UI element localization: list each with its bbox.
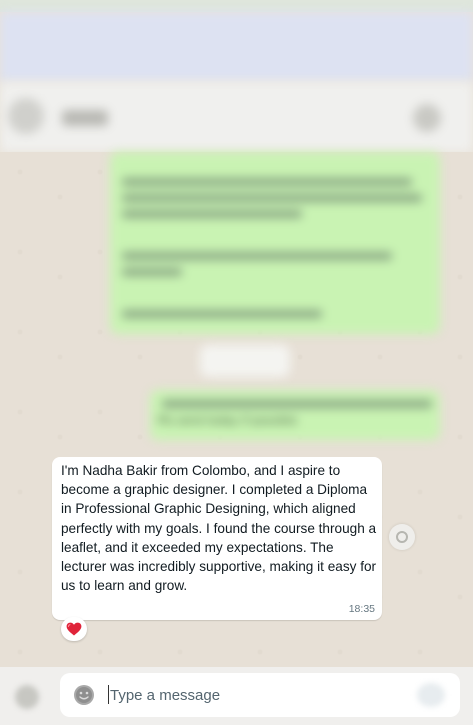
window-top-strip bbox=[0, 0, 473, 12]
message-input[interactable] bbox=[110, 683, 410, 707]
outgoing-message[interactable]: Pls send today if possible bbox=[150, 390, 440, 440]
composer-bar bbox=[0, 667, 473, 725]
forward-icon-glyph bbox=[396, 531, 408, 543]
outgoing-message-text: Pls send today if possible bbox=[158, 414, 298, 427]
contact-name[interactable] bbox=[62, 110, 108, 126]
blurred-text-line bbox=[122, 310, 322, 318]
mic-icon[interactable] bbox=[417, 683, 445, 707]
contact-avatar[interactable] bbox=[8, 98, 44, 134]
incoming-message[interactable]: I'm Nadha Bakir from Colombo, and I aspi… bbox=[52, 457, 382, 620]
blurred-text-line bbox=[162, 400, 432, 408]
menu-icon[interactable] bbox=[413, 104, 441, 132]
message-text: I'm Nadha Bakir from Colombo, and I aspi… bbox=[61, 463, 377, 594]
message-reaction[interactable] bbox=[61, 617, 87, 641]
blurred-text-line bbox=[122, 252, 392, 260]
blurred-text-line bbox=[122, 268, 182, 276]
emoji-icon[interactable] bbox=[73, 684, 95, 706]
date-separator bbox=[200, 345, 290, 377]
blurred-text-line bbox=[122, 178, 412, 186]
outgoing-message[interactable] bbox=[110, 152, 440, 334]
heart-icon bbox=[66, 622, 82, 636]
blurred-text-line bbox=[122, 194, 422, 202]
blurred-text-line bbox=[122, 210, 302, 218]
text-cursor bbox=[108, 685, 109, 704]
message-input-box[interactable] bbox=[60, 673, 460, 717]
attach-icon[interactable] bbox=[15, 685, 39, 709]
forward-icon[interactable] bbox=[389, 524, 415, 550]
message-time: 18:35 bbox=[348, 603, 375, 615]
chat-header bbox=[0, 82, 473, 152]
browser-bar bbox=[0, 12, 473, 82]
